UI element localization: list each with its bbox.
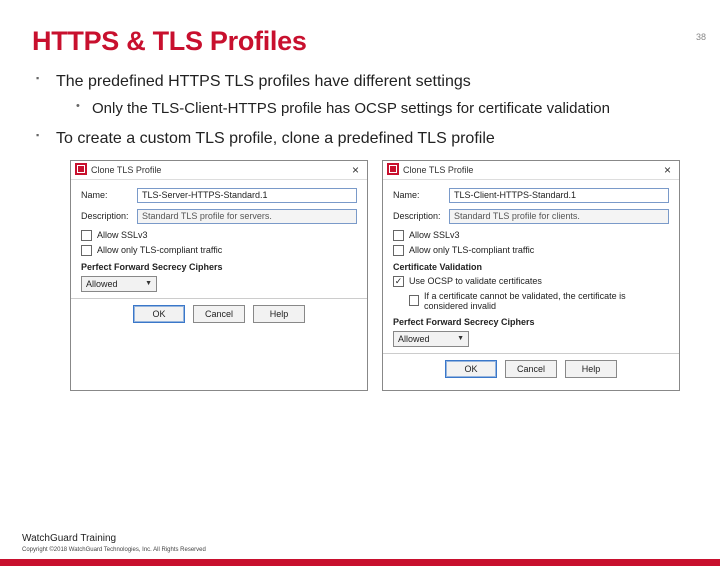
allow-tls-compliant-label: Allow only TLS-compliant traffic xyxy=(409,245,534,255)
use-ocsp-label: Use OCSP to validate certificates xyxy=(409,276,542,286)
pfs-select[interactable]: Allowed ▼ xyxy=(81,276,157,292)
allow-sslv3-label: Allow SSLv3 xyxy=(409,230,460,240)
dialog-titlebar: Clone TLS Profile × xyxy=(383,161,679,180)
dialog-title: Clone TLS Profile xyxy=(91,165,161,175)
footer-copyright: Copyright ©2018 WatchGuard Technologies,… xyxy=(22,547,720,553)
cert-invalid-checkbox[interactable] xyxy=(409,295,419,306)
use-ocsp-checkbox[interactable] xyxy=(393,276,404,287)
footer-accent-bar xyxy=(0,559,720,566)
dialog-title: Clone TLS Profile xyxy=(403,165,473,175)
description-field[interactable] xyxy=(137,209,357,224)
slide-title: HTTPS & TLS Profiles xyxy=(32,26,720,57)
name-label: Name: xyxy=(393,190,449,200)
name-field[interactable] xyxy=(137,188,357,203)
description-field[interactable] xyxy=(449,209,669,224)
bullet-level1: To create a custom TLS profile, clone a … xyxy=(32,128,688,150)
dialog-row: Clone TLS Profile × Name: Description: A… xyxy=(70,160,688,391)
pfs-header: Perfect Forward Secrecy Ciphers xyxy=(81,262,357,272)
allow-sslv3-checkbox[interactable] xyxy=(393,230,404,241)
cert-validation-header: Certificate Validation xyxy=(393,262,669,272)
watchguard-icon xyxy=(75,163,87,177)
pfs-select-value: Allowed xyxy=(86,279,118,289)
cancel-button[interactable]: Cancel xyxy=(193,305,245,323)
name-label: Name: xyxy=(81,190,137,200)
chevron-down-icon: ▼ xyxy=(457,335,464,342)
dialog-titlebar: Clone TLS Profile × xyxy=(71,161,367,180)
clone-tls-dialog-client: Clone TLS Profile × Name: Description: A… xyxy=(382,160,680,391)
ok-button[interactable]: OK xyxy=(445,360,497,378)
content-area: The predefined HTTPS TLS profiles have d… xyxy=(32,71,688,391)
page-number: 38 xyxy=(696,32,706,42)
pfs-header: Perfect Forward Secrecy Ciphers xyxy=(393,317,669,327)
footer: WatchGuard Training Copyright ©2018 Watc… xyxy=(0,533,720,566)
allow-sslv3-checkbox[interactable] xyxy=(81,230,92,241)
bullet-level1: The predefined HTTPS TLS profiles have d… xyxy=(32,71,688,93)
name-field[interactable] xyxy=(449,188,669,203)
pfs-select[interactable]: Allowed ▼ xyxy=(393,331,469,347)
help-button[interactable]: Help xyxy=(253,305,305,323)
close-icon[interactable]: × xyxy=(350,164,361,176)
description-label: Description: xyxy=(81,211,137,221)
chevron-down-icon: ▼ xyxy=(145,280,152,287)
close-icon[interactable]: × xyxy=(662,164,673,176)
footer-brand: WatchGuard Training xyxy=(22,533,720,544)
allow-sslv3-label: Allow SSLv3 xyxy=(97,230,148,240)
clone-tls-dialog-server: Clone TLS Profile × Name: Description: A… xyxy=(70,160,368,391)
cert-invalid-label: If a certificate cannot be validated, th… xyxy=(424,291,669,311)
allow-tls-compliant-checkbox[interactable] xyxy=(81,245,92,256)
description-label: Description: xyxy=(393,211,449,221)
pfs-select-value: Allowed xyxy=(398,334,430,344)
allow-tls-compliant-checkbox[interactable] xyxy=(393,245,404,256)
watchguard-icon xyxy=(387,163,399,177)
cancel-button[interactable]: Cancel xyxy=(505,360,557,378)
bullet-level2: Only the TLS-Client-HTTPS profile has OC… xyxy=(32,99,688,119)
help-button[interactable]: Help xyxy=(565,360,617,378)
ok-button[interactable]: OK xyxy=(133,305,185,323)
allow-tls-compliant-label: Allow only TLS-compliant traffic xyxy=(97,245,222,255)
